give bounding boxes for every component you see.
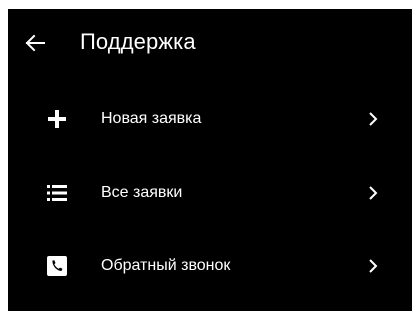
phone-icon <box>47 256 67 276</box>
arrow-left-icon <box>25 34 45 52</box>
chevron-right-icon <box>369 186 378 200</box>
menu-item-label: Обратный звонок <box>101 257 231 274</box>
support-screen: Поддержка Новая заявка Все заявки Обратн… <box>8 9 412 311</box>
menu-item-label: Новая заявка <box>101 110 202 127</box>
menu-item-label: Все заявки <box>101 184 183 201</box>
menu-item-all-requests[interactable]: Все заявки <box>8 163 412 223</box>
back-button[interactable] <box>22 30 48 56</box>
page-title: Поддержка <box>80 29 196 54</box>
chevron-right-icon <box>369 112 378 126</box>
app-header: Поддержка <box>8 9 412 79</box>
chevron-right-icon <box>369 259 378 273</box>
menu-item-new-request[interactable]: Новая заявка <box>8 89 412 149</box>
menu-item-callback[interactable]: Обратный звонок <box>8 236 412 296</box>
list-icon <box>47 185 67 201</box>
plus-icon <box>48 110 66 128</box>
